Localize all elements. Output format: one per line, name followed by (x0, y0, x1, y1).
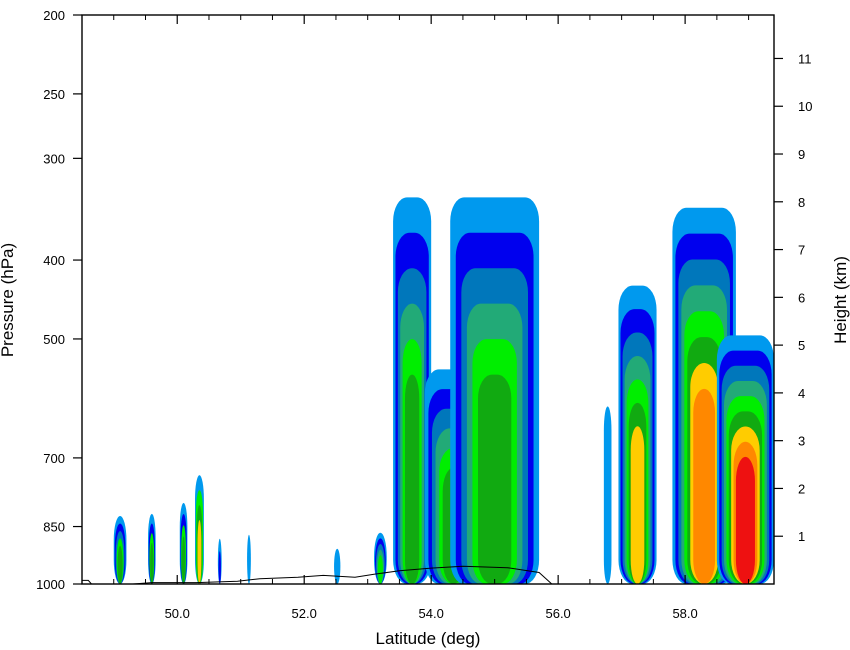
y2-tick-label: 1 (798, 529, 805, 544)
cloud-column (148, 513, 156, 584)
x-tick-label: 54.0 (419, 606, 444, 621)
y-tick-label: 200 (43, 8, 65, 23)
x-axis-title: Latitude (deg) (376, 629, 481, 648)
y-tick-label: 850 (43, 520, 65, 535)
y2-tick-label: 3 (798, 434, 805, 449)
cloud-column (450, 197, 540, 584)
contour-level (603, 406, 612, 584)
cloud-column (217, 538, 222, 584)
cross-section-chart: 50.0 52.0 54.0 56.0 58.0 1000 850 700 500 400 300 2… (0, 8, 850, 648)
x-tick-label: 52.0 (292, 606, 317, 621)
y2-tick-label: 2 (798, 481, 805, 496)
contour-level (150, 542, 154, 584)
y2-tick-label: 10 (798, 99, 812, 114)
x-tick-label: 56.0 (545, 606, 570, 621)
cloud-column (603, 406, 612, 584)
contour-level (218, 551, 221, 584)
y2-tick-label: 11 (798, 51, 812, 66)
cloud-column (113, 515, 127, 584)
y-axis-title: Pressure (hPa) (0, 243, 17, 357)
x-tick-label: 50.0 (165, 606, 190, 621)
contour-level (693, 388, 716, 584)
cloud-column (334, 548, 341, 584)
y-tick-label: 1000 (36, 577, 65, 592)
contour-level (377, 555, 383, 584)
contour-level (181, 536, 186, 584)
y2-tick-label: 6 (798, 290, 805, 305)
y-tick-label: 400 (43, 253, 65, 268)
y-tick-label: 250 (43, 87, 65, 102)
contour-level (247, 534, 251, 584)
contour-level (477, 374, 512, 584)
y2-tick-label: 4 (798, 386, 805, 401)
contour-level (117, 545, 123, 584)
contour-level (630, 426, 645, 584)
y2-axis-title: Height (km) (831, 256, 850, 344)
contour-level (404, 374, 420, 584)
cloud-column (716, 335, 774, 584)
x-tick-label: 58.0 (672, 606, 697, 621)
y-tick-label: 500 (43, 332, 65, 347)
y2-tick-label: 9 (798, 147, 805, 162)
contour-level (334, 548, 341, 584)
y2-tick-label: 8 (798, 195, 805, 210)
y2-tick-label: 5 (798, 338, 805, 353)
contour-level (197, 520, 202, 584)
cloud-column (179, 502, 188, 584)
cloud-column (374, 532, 387, 584)
cloud-column (618, 285, 657, 584)
cloud-column (195, 475, 204, 584)
y-tick-label: 700 (43, 451, 65, 466)
y2-tick-label: 7 (798, 243, 805, 258)
cloud-column (247, 534, 251, 584)
y-tick-label: 300 (43, 151, 65, 166)
contour-level (735, 456, 755, 584)
